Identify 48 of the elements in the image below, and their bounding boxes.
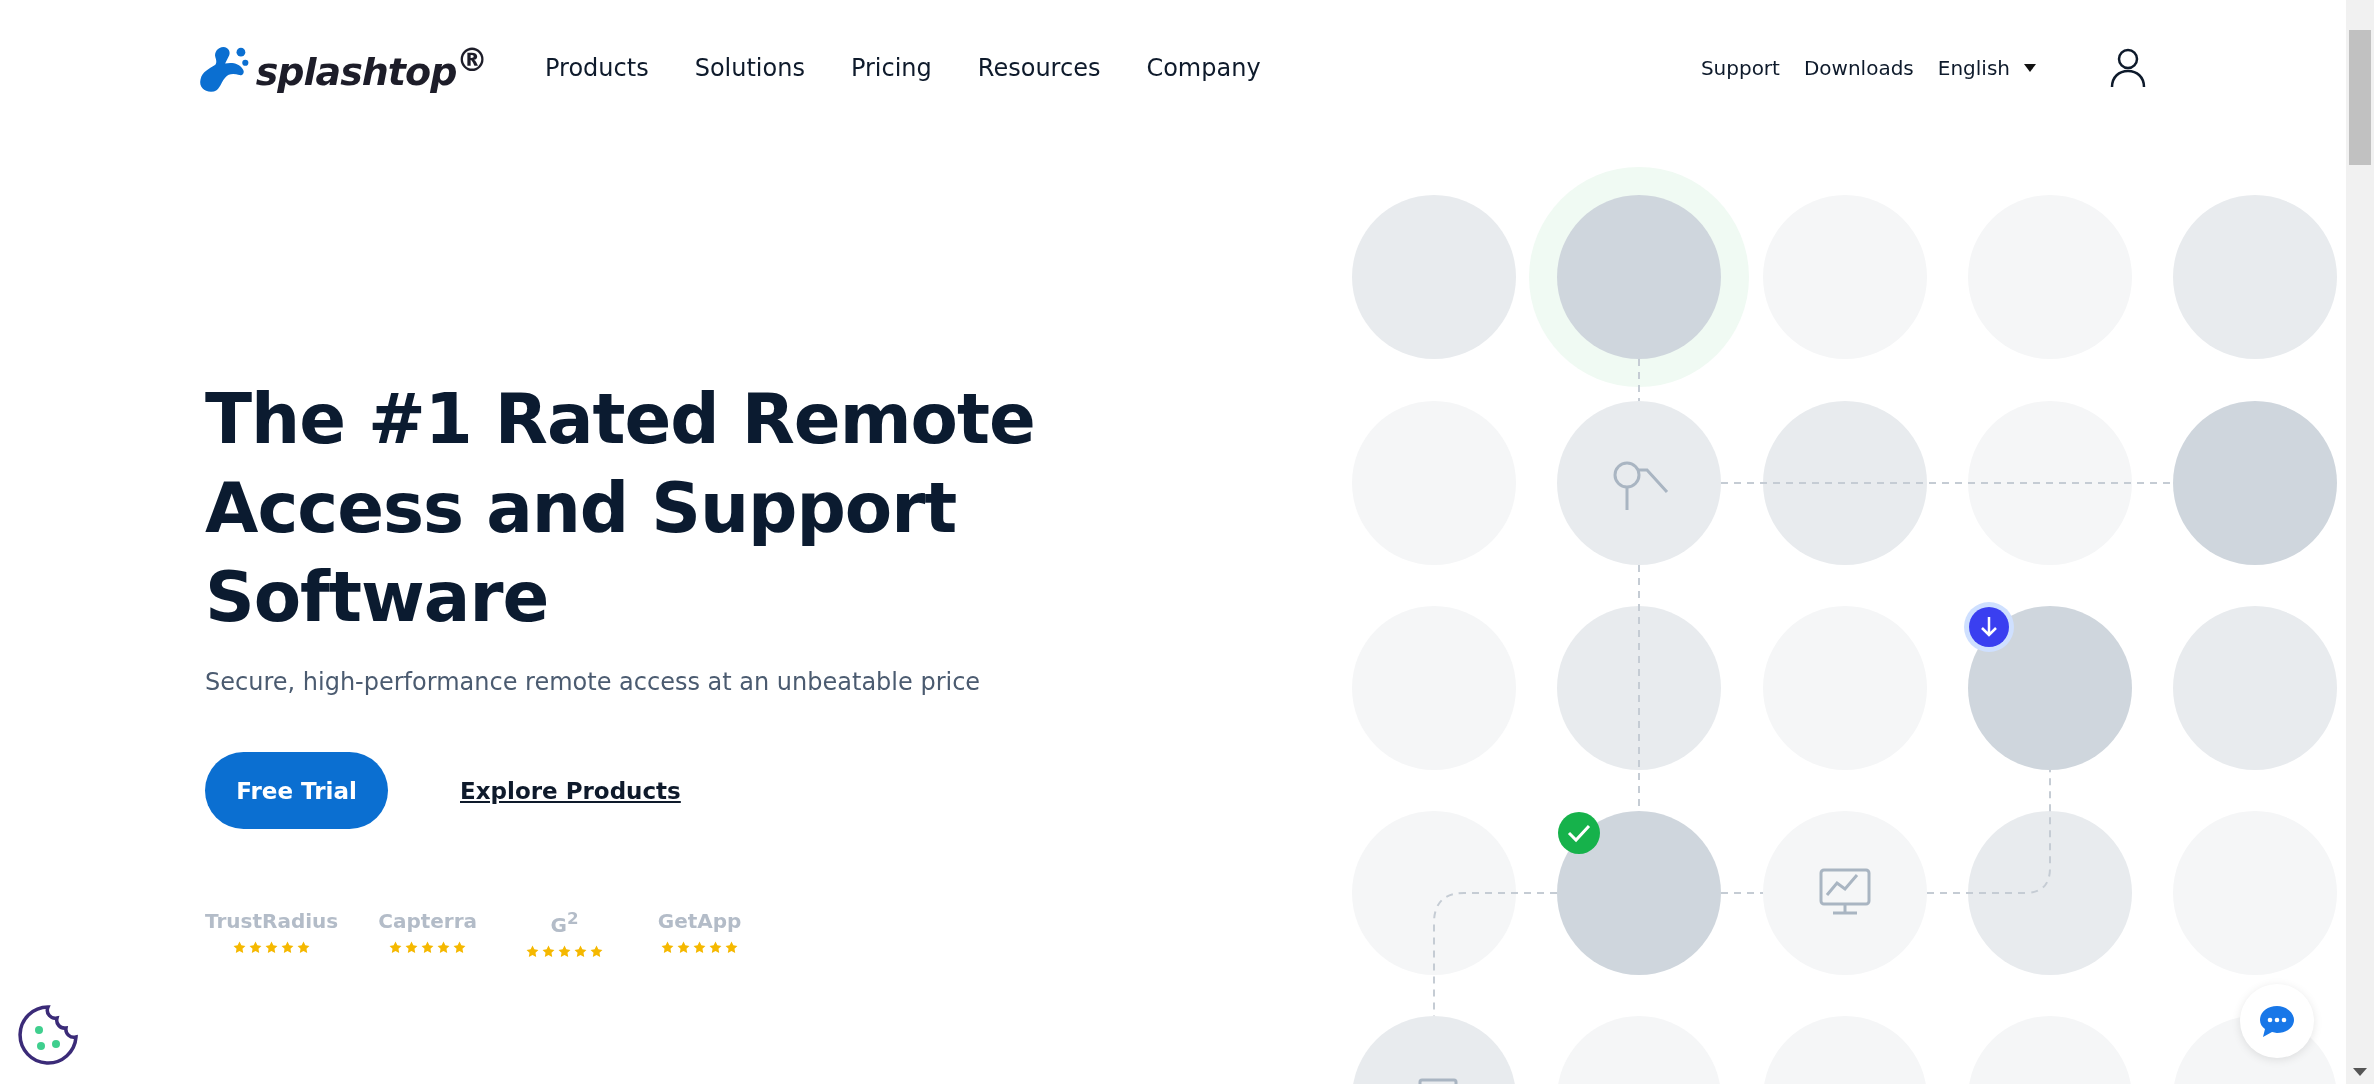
star-icon <box>453 941 467 954</box>
hero-subtitle: Secure, high-performance remote access at an unbeatable price <box>205 668 982 696</box>
star-icon <box>574 944 588 958</box>
scrollbar-thumb[interactable] <box>2349 30 2371 165</box>
star-icon <box>265 941 279 954</box>
star-icon <box>709 941 723 954</box>
star-icon <box>297 941 311 954</box>
star-icon <box>405 941 419 954</box>
star-icon <box>389 941 403 954</box>
nav-link[interactable]: Pricing <box>850 53 932 82</box>
logo-wordmark: splashtop$^{®}$ <box>255 41 487 94</box>
star-icon <box>233 941 247 954</box>
explore-products-link[interactable]: Explore Products <box>460 777 681 804</box>
review-site-logo: G$^{2}$ <box>550 909 579 937</box>
language-selector[interactable]: English <box>1937 55 2036 80</box>
star-icon <box>281 941 295 954</box>
nav-link[interactable]: Products <box>545 53 649 82</box>
hero-headline: The #1 Rated Remote Access and Support Software <box>205 378 1036 639</box>
star-icon <box>590 944 604 958</box>
review-site-logo: TrustRadius <box>205 909 339 933</box>
nav-link[interactable]: Resources <box>977 53 1101 82</box>
star-icon <box>661 941 675 954</box>
chat-bubble-icon <box>2258 1004 2296 1038</box>
checkmark-badge-icon <box>1558 812 1600 854</box>
star-icon <box>677 941 691 954</box>
star-icon <box>437 941 451 954</box>
top-link[interactable]: Downloads <box>1803 55 1914 80</box>
nav-link[interactable]: Solutions <box>694 53 805 82</box>
star-icon <box>542 944 556 958</box>
scroll-down-arrow-icon[interactable] <box>2353 1068 2367 1076</box>
star-icon <box>249 941 263 954</box>
star-icon <box>725 941 739 954</box>
cookie-icon[interactable] <box>17 1004 79 1066</box>
review-site-logo: GetApp <box>657 909 742 933</box>
monitor-chart-icon <box>1819 868 1871 915</box>
top-link[interactable]: Support <box>1700 55 1780 80</box>
star-icon <box>526 944 540 958</box>
caret-icon <box>2024 63 2036 72</box>
star-icon <box>558 944 572 958</box>
scrollbar[interactable] <box>2346 0 2374 1084</box>
splashtop-logo[interactable]: splashtop$^{®}$ <box>197 39 487 96</box>
review-site-logo: Capterra <box>378 909 478 933</box>
download-badge-icon <box>1964 602 2014 652</box>
nav-link[interactable]: Company <box>1146 53 1261 82</box>
user-account-icon[interactable] <box>2110 47 2146 88</box>
star-icon <box>421 941 435 954</box>
free-trial-button[interactable]: Free Trial <box>205 752 388 829</box>
star-icon <box>693 941 707 954</box>
